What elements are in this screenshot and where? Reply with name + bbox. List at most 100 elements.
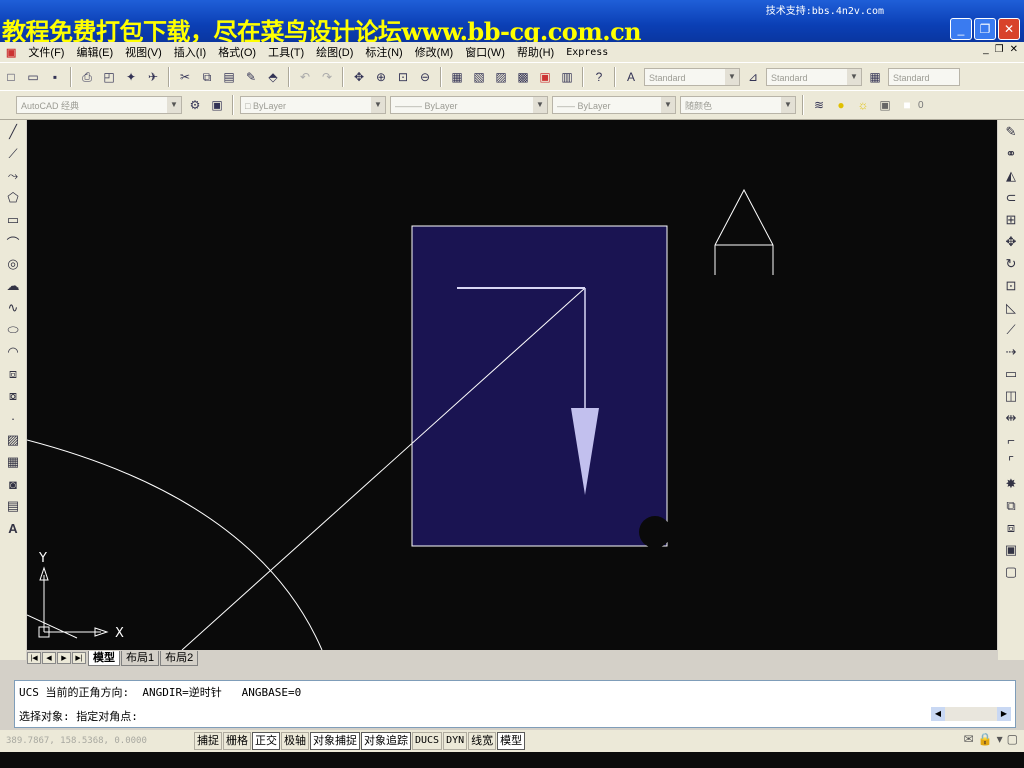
redo-icon[interactable]: ↷ [317, 67, 337, 87]
doc-close-button[interactable]: ✕ [1010, 44, 1018, 55]
new-icon[interactable]: □ [1, 67, 21, 87]
preview-icon[interactable]: ◰ [99, 67, 119, 87]
workspace-settings-icon[interactable]: ⚙ [185, 95, 205, 115]
tool-palettes-icon[interactable]: ▨ [491, 67, 511, 87]
spline-icon[interactable]: ∿ [2, 298, 24, 318]
dyn-toggle[interactable]: DYN [443, 732, 468, 750]
scroll-right-icon[interactable]: ▶ [997, 707, 1011, 721]
doc-restore-button[interactable]: ❐ [995, 44, 1004, 55]
rotate-icon[interactable]: ↻ [1000, 254, 1022, 274]
menu-edit[interactable]: 编辑(E) [70, 44, 119, 60]
help-icon[interactable]: ? [589, 67, 609, 87]
ellipse-arc-icon[interactable]: ◠ [2, 342, 24, 362]
linetype-select[interactable]: ——— ByLayer ▼ [390, 96, 548, 114]
text-style-select[interactable]: Standard ▼ [644, 68, 740, 86]
menu-tools[interactable]: 工具(T) [262, 44, 310, 60]
status-menu-chevron-icon[interactable]: ▾ [997, 732, 1003, 746]
menu-insert[interactable]: 插入(I) [168, 44, 212, 60]
menu-window[interactable]: 窗口(W) [459, 44, 511, 60]
arc-entity[interactable] [27, 439, 323, 650]
publish-icon[interactable]: ✦ [121, 67, 141, 87]
ellipse-icon[interactable]: ⬭ [2, 320, 24, 340]
zoom-window-icon[interactable]: ⊡ [393, 67, 413, 87]
scale-icon[interactable]: ⊡ [1000, 276, 1022, 296]
model-toggle[interactable]: 模型 [497, 732, 526, 750]
arc-icon[interactable]: ⌒ [2, 232, 24, 252]
clean-screen-icon[interactable]: ▢ [1007, 732, 1018, 746]
last-tab-icon[interactable]: ▶| [72, 652, 86, 664]
extend-icon[interactable]: ⇢ [1000, 342, 1022, 362]
break-icon[interactable]: ◫ [1000, 386, 1022, 406]
revision-cloud-icon[interactable]: ☁ [2, 276, 24, 296]
toolbar-lock-icon[interactable]: 🔒 [978, 732, 993, 746]
properties-icon[interactable]: ▦ [447, 67, 467, 87]
circle-icon[interactable]: ◎ [2, 254, 24, 274]
plotstyle-select[interactable]: 随颜色 ▼ [680, 96, 796, 114]
save-workspace-icon[interactable]: ▣ [207, 95, 227, 115]
pan-icon[interactable]: ✥ [349, 67, 369, 87]
table-icon[interactable]: ▤ [2, 496, 24, 516]
rectangle-icon[interactable]: ▭ [2, 210, 24, 230]
zoom-previous-icon[interactable]: ⊖ [415, 67, 435, 87]
undo-icon[interactable]: ↶ [295, 67, 315, 87]
communication-icon[interactable]: ✉ [964, 732, 974, 746]
draworder-below-icon[interactable]: ▢ [1000, 562, 1022, 582]
menu-help[interactable]: 帮助(H) [511, 44, 560, 60]
print-icon[interactable]: ⎙ [77, 67, 97, 87]
sheet-set-icon[interactable]: ▩ [513, 67, 533, 87]
close-button[interactable]: ✕ [998, 18, 1020, 40]
workspace-select[interactable]: AutoCAD 经典 ▼ [16, 96, 182, 114]
menu-format[interactable]: 格式(O) [212, 44, 262, 60]
hatch-icon[interactable]: ▨ [2, 430, 24, 450]
join-icon[interactable]: ⇹ [1000, 408, 1022, 428]
line-icon[interactable]: ╱ [2, 122, 24, 142]
command-scrollbar[interactable]: ◀ ▶ [931, 707, 1011, 721]
array-icon[interactable]: ⊞ [1000, 210, 1022, 230]
offset-icon[interactable]: ⊂ [1000, 188, 1022, 208]
cut-icon[interactable]: ✂ [175, 67, 195, 87]
menu-view[interactable]: 视图(V) [119, 44, 168, 60]
app-icon[interactable]: ▣ [0, 46, 22, 59]
stretch-icon[interactable]: ◺ [1000, 298, 1022, 318]
triangle-entity[interactable] [714, 188, 774, 246]
doc-minimize-button[interactable]: _ [983, 44, 989, 55]
snap-toggle[interactable]: 捕捉 [194, 732, 222, 750]
calculator-icon[interactable]: ▥ [557, 67, 577, 87]
mirror-icon[interactable]: ◭ [1000, 166, 1022, 186]
ducs-toggle[interactable]: DUCS [412, 732, 443, 750]
lock-icon[interactable]: ▣ [875, 95, 895, 115]
match-properties-icon[interactable]: ✎ [241, 67, 261, 87]
markup-icon[interactable]: ▣ [535, 67, 555, 87]
zoom-realtime-icon[interactable]: ⊕ [371, 67, 391, 87]
table-style-select[interactable]: Standard [888, 68, 960, 86]
copy-icon[interactable]: ⧉ [197, 67, 217, 87]
grid-toggle[interactable]: 栅格 [223, 732, 251, 750]
menu-express[interactable]: Express [560, 47, 614, 58]
draworder-back-icon[interactable]: ⧈ [1000, 518, 1022, 538]
scroll-left-icon[interactable]: ◀ [931, 707, 945, 721]
lineweight-select[interactable]: —— ByLayer ▼ [552, 96, 676, 114]
polar-toggle[interactable]: 极轴 [281, 732, 309, 750]
dim-style-select[interactable]: Standard ▼ [766, 68, 862, 86]
chamfer-icon[interactable]: ⌐ [1000, 430, 1022, 450]
layer-manager-icon[interactable]: ≋ [809, 95, 829, 115]
otrack-toggle[interactable]: 对象追踪 [361, 732, 411, 750]
multiline-text-icon[interactable]: A [2, 518, 24, 538]
construction-line-icon[interactable]: ⟋ [2, 144, 24, 164]
erase-icon[interactable]: ✎ [1000, 122, 1022, 142]
move-icon[interactable]: ✥ [1000, 232, 1022, 252]
menu-modify[interactable]: 修改(M) [409, 44, 460, 60]
paste-icon[interactable]: ▤ [219, 67, 239, 87]
region-icon[interactable]: ◙ [2, 474, 24, 494]
polygon-icon[interactable]: ⬠ [2, 188, 24, 208]
menu-file[interactable]: 文件(F) [22, 44, 70, 60]
tab-layout1[interactable]: 布局1 [121, 650, 160, 666]
minimize-button[interactable]: _ [950, 18, 972, 40]
polyline-icon[interactable]: ⤳ [2, 166, 24, 186]
copy-object-icon[interactable]: ⚭ [1000, 144, 1022, 164]
osnap-toggle[interactable]: 对象捕捉 [310, 732, 360, 750]
sun-icon[interactable]: ☼ [853, 95, 873, 115]
etransmit-icon[interactable]: ✈ [143, 67, 163, 87]
menu-dimension[interactable]: 标注(N) [359, 44, 408, 60]
draworder-above-icon[interactable]: ▣ [1000, 540, 1022, 560]
